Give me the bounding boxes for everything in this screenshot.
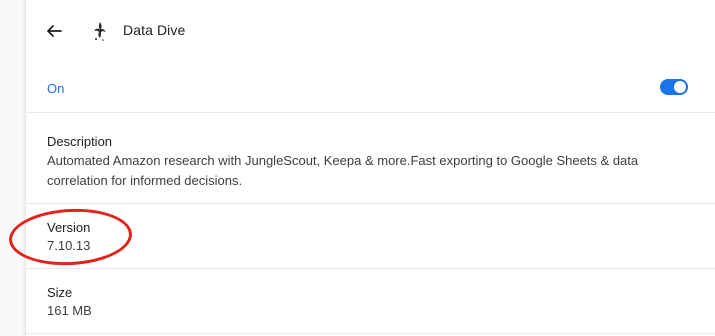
details-card: Data Dive On Description Automated Amazo… — [25, 0, 715, 336]
arrow-left-icon — [47, 25, 62, 37]
size-value: 161 MB — [47, 303, 92, 318]
description-text-line1: Automated Amazon research with JungleSco… — [47, 153, 639, 168]
description-label: Description — [47, 134, 113, 149]
size-section: Size 161 MB — [26, 269, 715, 336]
size-label: Size — [47, 285, 73, 300]
bird-logo-icon — [94, 22, 106, 41]
description-text-line2: correlation for informed decisions. — [47, 173, 243, 188]
version-section: Version 7.10.13 — [26, 204, 715, 268]
toggle-knob — [674, 81, 686, 93]
version-label: Version — [47, 220, 91, 235]
divider — [26, 333, 715, 334]
enable-toggle[interactable] — [660, 79, 688, 95]
enabled-label: On — [47, 81, 65, 96]
extension-details-page: Data Dive On Description Automated Amazo… — [0, 0, 715, 336]
details-header: Data Dive — [26, 0, 715, 62]
extension-title: Data Dive — [123, 22, 186, 38]
version-value: 7.10.13 — [47, 238, 91, 253]
enabled-row: On — [26, 62, 715, 112]
back-button[interactable] — [40, 17, 68, 45]
description-section: Description Automated Amazon research wi… — [26, 113, 715, 203]
